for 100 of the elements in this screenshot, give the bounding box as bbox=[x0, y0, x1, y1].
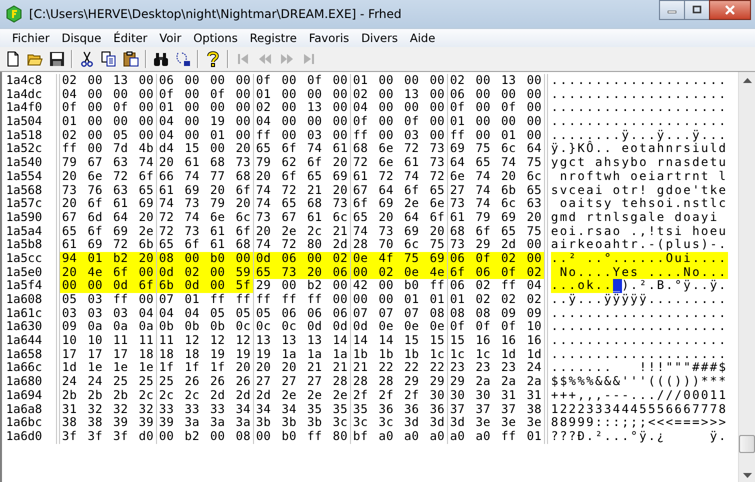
hex-bytes: 06 0f 02 00 bbox=[448, 252, 544, 266]
hex-bytes: 3b 3b 3b 3c bbox=[255, 416, 349, 430]
hex-bytes: 04 00 00 00 bbox=[61, 88, 155, 102]
menu-item[interactable]: Registre bbox=[244, 31, 303, 45]
hex-bytes: 0f 00 0f 00 bbox=[158, 88, 252, 102]
hex-bytes: 0d 0e 0e 0e bbox=[352, 320, 446, 334]
question-mark-icon[interactable] bbox=[205, 51, 221, 67]
hex-bytes: 39 3a 3a 3a bbox=[158, 416, 252, 430]
hex-bytes: a0 a0 ff 01 bbox=[449, 430, 543, 444]
minimize-button[interactable] bbox=[659, 0, 685, 20]
maximize-button[interactable] bbox=[684, 0, 710, 20]
hex-bytes: 19 1a 1a 1a bbox=[255, 348, 349, 362]
offset-cell-text: 1a5a4 bbox=[5, 224, 44, 238]
offset-cell-text: 1a608 bbox=[5, 293, 44, 307]
ascii-text: .................... bbox=[551, 115, 728, 129]
hex-bytes: 20 61 68 73 bbox=[158, 156, 252, 170]
hex-bytes: 15 16 16 16 bbox=[449, 334, 543, 348]
hex-bytes: 28 28 29 29 bbox=[352, 375, 446, 389]
hex-bytes: 00 00 0d 6f bbox=[60, 279, 156, 293]
hex-bytes: 94 01 b2 20 bbox=[60, 252, 156, 266]
hex-bytes: 73 76 63 65 bbox=[61, 184, 155, 198]
hex-bytes: 72 6e 61 73 bbox=[352, 156, 446, 170]
hex-bytes: 02 00 13 00 bbox=[449, 74, 543, 88]
close-button[interactable] bbox=[709, 0, 751, 20]
hex-bytes: 11 12 12 12 bbox=[158, 334, 252, 348]
ascii-text: .................... bbox=[551, 334, 728, 348]
hex-bytes: 2d 2e 2e 2e bbox=[255, 388, 349, 402]
hex-bytes: 67 64 6f 65 bbox=[352, 184, 446, 198]
menu-item[interactable]: Favoris bbox=[302, 31, 356, 45]
ascii-text: gmd rtnlsgale doayi bbox=[551, 210, 719, 225]
offset-cell-text: 1a658 bbox=[5, 348, 44, 362]
offset-cell-text: 1a590 bbox=[5, 210, 44, 225]
hex-bytes: 27 27 27 28 bbox=[255, 375, 349, 389]
ascii-text: .................... bbox=[551, 320, 728, 334]
hex-bytes: 38 38 39 39 bbox=[61, 416, 155, 430]
offset-cell-text: 1a4c8 bbox=[5, 74, 44, 88]
hex-bytes: 02 00 13 00 bbox=[352, 88, 446, 102]
hex-bytes: 04 00 19 00 bbox=[158, 115, 252, 129]
hex-bytes: 04 00 00 00 bbox=[255, 115, 349, 129]
menu-item[interactable]: Fichier bbox=[6, 31, 56, 45]
clipboard-icon[interactable] bbox=[123, 51, 139, 67]
hex-bytes: 01 00 00 00 bbox=[255, 88, 349, 102]
ascii-text: No....Yes ....No... bbox=[551, 266, 728, 280]
hex-bytes: 31 32 32 32 bbox=[61, 402, 155, 416]
hex-bytes: 74 72 21 20 bbox=[255, 184, 349, 198]
offset-cell-text: 1a4dc bbox=[5, 88, 44, 102]
replace-icon[interactable] bbox=[175, 51, 191, 67]
menu-item[interactable]: Voir bbox=[153, 31, 188, 45]
ascii-text: eoi.rsao .,!tsi hoeu bbox=[551, 224, 728, 238]
menu-item[interactable]: Disque bbox=[56, 31, 108, 45]
hex-bytes: 35 36 36 36 bbox=[352, 402, 446, 416]
copy-icon[interactable] bbox=[101, 51, 117, 67]
menu-item[interactable]: Éditer bbox=[107, 31, 154, 45]
hex-bytes: 2f 2f 2f 30 bbox=[352, 388, 446, 402]
offset-cell-text: 1a5b8 bbox=[5, 238, 44, 252]
hex-bytes: 29 2a 2a 2a bbox=[449, 375, 543, 389]
ascii-text: ygct ahsybo rnasdetu bbox=[551, 156, 728, 170]
hex-bytes: 65 20 64 6f bbox=[352, 210, 446, 225]
new-file-icon[interactable] bbox=[5, 51, 21, 67]
hex-bytes: 13 13 13 14 bbox=[255, 334, 349, 348]
scroll-up-icon[interactable] bbox=[742, 78, 752, 83]
ascii-text: ???Ð.²...°ÿ.¿ ÿ. bbox=[551, 430, 728, 444]
hex-bytes: 73 74 6c 63 bbox=[449, 197, 543, 211]
offset-cell-text: 1a6d0 bbox=[5, 430, 44, 444]
ascii-text: ....... !!!"""###$ bbox=[551, 361, 728, 376]
hex-bytes: 07 01 ff ff bbox=[158, 293, 252, 307]
hex-bytes: 17 17 17 18 bbox=[61, 348, 155, 362]
hex-bytes: 20 4e 6f 00 bbox=[60, 266, 156, 280]
hex-bytes: 21 22 22 22 bbox=[352, 361, 446, 376]
hex-bytes: 0b 0b 0b 0c bbox=[158, 320, 252, 334]
hex-bytes: 1b 1b 1b 1c bbox=[352, 348, 446, 362]
hex-bytes: 00 b2 00 08 bbox=[158, 430, 252, 444]
hex-bytes: 09 0a 0a 0a bbox=[61, 320, 155, 334]
hex-bytes: 1d 1e 1e 1e bbox=[61, 361, 155, 376]
menu-item[interactable]: Divers bbox=[355, 31, 404, 45]
hex-bytes: 0f 00 0f 00 bbox=[61, 101, 155, 116]
ascii-text: $$%%%&&&'''((()))*** bbox=[551, 375, 728, 389]
hex-bytes: 1c 1c 1d 1d bbox=[449, 348, 543, 362]
vertical-scrollbar[interactable] bbox=[738, 72, 755, 482]
hex-bytes: 08 00 b0 00 bbox=[157, 252, 253, 266]
hex-bytes: ff 00 03 00 bbox=[352, 128, 446, 142]
ascii-text: airkeoahtr.-(plus)-. bbox=[551, 238, 728, 252]
hex-bytes: 6f 06 0f 02 bbox=[448, 266, 544, 280]
scroll-thumb[interactable] bbox=[739, 435, 755, 453]
offset-cell-text: 1a52c bbox=[5, 142, 44, 156]
offset-cell-text: 1a680 bbox=[5, 375, 44, 389]
hex-bytes: 79 62 6f 20 bbox=[255, 156, 349, 170]
ascii-text: ..² ..°......Oui.... bbox=[551, 252, 728, 266]
hex-bytes: 06 00 00 00 bbox=[449, 88, 543, 102]
hex-bytes: 6f 69 2e 6e bbox=[352, 197, 446, 211]
scissors-icon[interactable] bbox=[79, 51, 95, 67]
binoculars-icon[interactable] bbox=[153, 51, 169, 67]
offset-cell-text: 1a61c bbox=[5, 306, 44, 320]
hex-bytes: 05 03 ff 00 bbox=[61, 293, 155, 307]
hex-bytes: 3c 3c 3d 3d bbox=[352, 416, 446, 430]
hex-bytes: 02 00 05 00 bbox=[61, 128, 155, 142]
menu-item[interactable]: Options bbox=[187, 31, 244, 45]
scroll-down-icon[interactable] bbox=[742, 473, 752, 478]
menu-item[interactable]: Aide bbox=[404, 31, 442, 45]
hex-bytes: 6e 74 20 6c bbox=[449, 170, 543, 184]
